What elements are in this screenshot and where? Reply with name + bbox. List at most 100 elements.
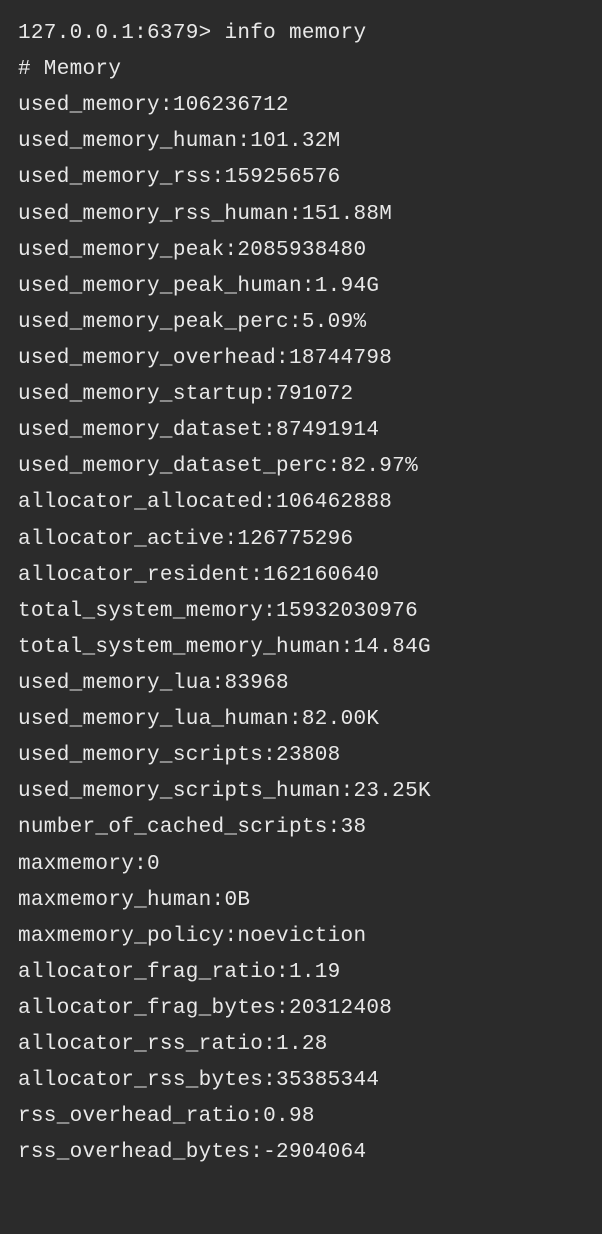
info-value: -2904064 <box>263 1141 366 1164</box>
info-key: maxmemory <box>18 853 134 876</box>
info-line: allocator_frag_bytes:20312408 <box>18 991 584 1027</box>
info-value: 162160640 <box>263 564 379 587</box>
info-key: used_memory_dataset <box>18 419 263 442</box>
info-line: used_memory_rss_human:151.88M <box>18 197 584 233</box>
info-key: used_memory_peak <box>18 239 224 262</box>
info-separator: : <box>341 636 354 659</box>
info-value: 2085938480 <box>237 239 366 262</box>
info-separator: : <box>302 275 315 298</box>
info-separator: : <box>224 528 237 551</box>
info-line: total_system_memory_human:14.84G <box>18 630 584 666</box>
info-key: used_memory_scripts_human <box>18 780 341 803</box>
info-separator: : <box>250 564 263 587</box>
info-line: total_system_memory:15932030976 <box>18 594 584 630</box>
info-line: used_memory_lua:83968 <box>18 666 584 702</box>
info-separator: : <box>289 203 302 226</box>
info-key: allocator_rss_ratio <box>18 1033 263 1056</box>
info-separator: : <box>263 1033 276 1056</box>
info-value: 38 <box>341 816 367 839</box>
info-line: used_memory_rss:159256576 <box>18 160 584 196</box>
info-key: allocator_allocated <box>18 491 263 514</box>
info-key: used_memory_lua <box>18 672 212 695</box>
info-key: rss_overhead_ratio <box>18 1105 250 1128</box>
info-line: allocator_resident:162160640 <box>18 558 584 594</box>
info-key: used_memory_human <box>18 130 237 153</box>
info-separator: : <box>250 1141 263 1164</box>
info-line: used_memory_peak:2085938480 <box>18 233 584 269</box>
info-value: 0B <box>224 889 250 912</box>
info-value: 20312408 <box>289 997 392 1020</box>
info-separator: : <box>289 311 302 334</box>
info-separator: : <box>263 1069 276 1092</box>
info-separator: : <box>328 816 341 839</box>
info-key: number_of_cached_scripts <box>18 816 328 839</box>
info-line: used_memory_peak_human:1.94G <box>18 269 584 305</box>
info-key: used_memory_startup <box>18 383 263 406</box>
info-key: total_system_memory_human <box>18 636 341 659</box>
info-key: used_memory_dataset_perc <box>18 455 328 478</box>
info-separator: : <box>289 708 302 731</box>
info-line: used_memory_overhead:18744798 <box>18 341 584 377</box>
info-key: allocator_frag_bytes <box>18 997 276 1020</box>
info-separator: : <box>212 889 225 912</box>
info-value: 82.97% <box>341 455 418 478</box>
info-line: used_memory:106236712 <box>18 88 584 124</box>
info-key: used_memory_scripts <box>18 744 263 767</box>
info-line: used_memory_human:101.32M <box>18 124 584 160</box>
info-line: allocator_allocated:106462888 <box>18 485 584 521</box>
info-line: used_memory_startup:791072 <box>18 377 584 413</box>
info-key: used_memory_rss_human <box>18 203 289 226</box>
prompt-text: 127.0.0.1:6379> <box>18 22 224 45</box>
info-value: 18744798 <box>289 347 392 370</box>
info-value: 87491914 <box>276 419 379 442</box>
info-separator: : <box>341 780 354 803</box>
info-line: used_memory_dataset:87491914 <box>18 413 584 449</box>
section-header: # Memory <box>18 52 584 88</box>
info-key: used_memory_peak_perc <box>18 311 289 334</box>
info-line: rss_overhead_bytes:-2904064 <box>18 1135 584 1171</box>
info-key: allocator_active <box>18 528 224 551</box>
info-separator: : <box>212 166 225 189</box>
info-line: maxmemory:0 <box>18 847 584 883</box>
info-value: noeviction <box>237 925 366 948</box>
info-key: rss_overhead_bytes <box>18 1141 250 1164</box>
info-value: 1.28 <box>276 1033 328 1056</box>
info-line: maxmemory_human:0B <box>18 883 584 919</box>
info-value: 82.00K <box>302 708 379 731</box>
info-separator: : <box>224 925 237 948</box>
info-separator: : <box>328 455 341 478</box>
info-value: 1.94G <box>315 275 380 298</box>
info-key: allocator_frag_ratio <box>18 961 276 984</box>
info-value: 5.09% <box>302 311 367 334</box>
info-separator: : <box>276 347 289 370</box>
info-key: allocator_resident <box>18 564 250 587</box>
info-value: 0 <box>147 853 160 876</box>
info-line: used_memory_peak_perc:5.09% <box>18 305 584 341</box>
info-value: 159256576 <box>224 166 340 189</box>
info-entries: used_memory:106236712used_memory_human:1… <box>18 88 584 1171</box>
info-separator: : <box>263 600 276 623</box>
info-separator: : <box>276 961 289 984</box>
info-key: total_system_memory <box>18 600 263 623</box>
info-key: maxmemory_human <box>18 889 212 912</box>
info-line: allocator_frag_ratio:1.19 <box>18 955 584 991</box>
info-line: used_memory_lua_human:82.00K <box>18 702 584 738</box>
info-line: allocator_active:126775296 <box>18 522 584 558</box>
info-value: 83968 <box>224 672 289 695</box>
info-key: maxmemory_policy <box>18 925 224 948</box>
command-text: info memory <box>224 22 366 45</box>
info-value: 126775296 <box>237 528 353 551</box>
info-value: 106236712 <box>173 94 289 117</box>
info-separator: : <box>263 491 276 514</box>
info-line: allocator_rss_ratio:1.28 <box>18 1027 584 1063</box>
info-separator: : <box>224 239 237 262</box>
info-value: 106462888 <box>276 491 392 514</box>
info-key: allocator_rss_bytes <box>18 1069 263 1092</box>
info-line: used_memory_dataset_perc:82.97% <box>18 449 584 485</box>
info-line: number_of_cached_scripts:38 <box>18 810 584 846</box>
info-line: rss_overhead_ratio:0.98 <box>18 1099 584 1135</box>
info-separator: : <box>237 130 250 153</box>
terminal-output[interactable]: 127.0.0.1:6379> info memory # Memory use… <box>18 16 584 1172</box>
info-line: allocator_rss_bytes:35385344 <box>18 1063 584 1099</box>
info-key: used_memory_overhead <box>18 347 276 370</box>
